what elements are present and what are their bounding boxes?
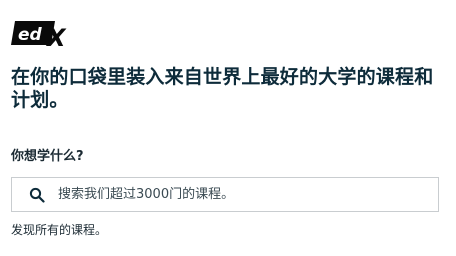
edx-logo-icon[interactable]: ed X (11, 19, 67, 52)
discover-all-courses-link[interactable]: 发现所有的课程。 (11, 222, 107, 238)
search-question-label: 你想学什么? (11, 149, 84, 164)
mobile-landing-page: ed X 在你的口袋里装入来自世界上最好的大学的课程和计划。 你想学什么? 发现… (0, 0, 456, 256)
edx-logo-graphic: ed X (11, 21, 67, 52)
search-icon (28, 186, 46, 204)
search-box[interactable] (11, 177, 439, 212)
svg-text:X: X (45, 24, 67, 49)
hero-headline: 在你的口袋里装入来自世界上最好的大学的课程和计划。 (11, 66, 434, 111)
svg-text:ed: ed (18, 25, 43, 45)
search-input[interactable] (58, 179, 438, 210)
